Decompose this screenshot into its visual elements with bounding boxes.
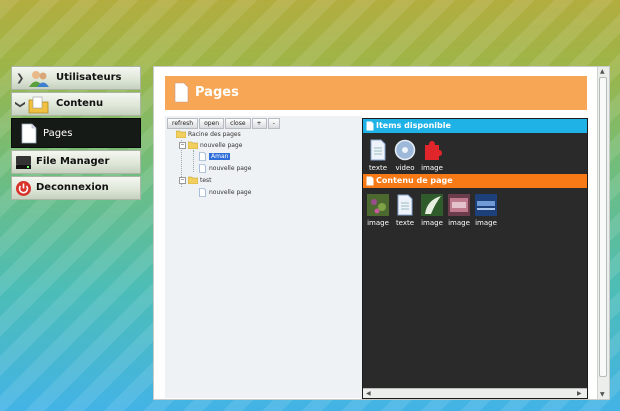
power-icon — [15, 180, 32, 200]
sidebar-item-label: Contenu — [56, 98, 104, 109]
page-icon — [21, 123, 37, 147]
image-thumbnail-icon — [475, 194, 497, 216]
scrollbar-thumb[interactable] — [599, 77, 607, 377]
scroll-up-icon[interactable]: ▲ — [600, 68, 605, 75]
sidebar-item-label: File Manager — [36, 156, 110, 167]
folder-icon — [188, 176, 198, 184]
refresh-button[interactable]: refresh — [167, 118, 199, 129]
close-button[interactable]: close — [225, 118, 251, 129]
horizontal-scrollbar[interactable]: ◀ ▶ — [363, 388, 587, 398]
tree-node-label: nouvelle page — [200, 142, 243, 149]
open-button[interactable]: open — [199, 118, 225, 129]
document-icon — [397, 194, 413, 216]
scroll-down-icon[interactable]: ▼ — [600, 391, 605, 398]
sidebar-item-contenu[interactable]: ❯ Contenu — [11, 92, 141, 116]
video-icon — [394, 139, 416, 161]
chevron-down-icon: ❯ — [14, 100, 26, 109]
sidebar-item-label: Deconnexion — [36, 182, 109, 193]
tree-node-label: Aman — [209, 153, 231, 160]
remove-button[interactable]: - — [267, 118, 280, 129]
image-thumbnail-icon — [448, 194, 470, 216]
tree-toolbar: refresh open close + - — [167, 118, 281, 129]
chevron-right-icon: ❯ — [16, 73, 25, 84]
scroll-left-icon[interactable]: ◀ — [366, 390, 371, 397]
available-item-image[interactable]: image — [420, 139, 444, 172]
page-title: Pages — [195, 85, 239, 100]
collapse-icon[interactable]: − — [179, 177, 186, 184]
main-panel: Pages refresh open close + - Racine des … — [153, 66, 610, 400]
page-header: Pages — [165, 76, 587, 110]
page-icon — [366, 121, 374, 131]
content-item-texte[interactable]: texte — [393, 194, 417, 227]
page-icon — [199, 164, 206, 173]
vertical-scrollbar[interactable]: ▲ ▼ — [597, 67, 609, 399]
section-title: Contenu de page — [376, 176, 453, 185]
tree-line — [193, 150, 194, 172]
content-item-image[interactable]: image — [474, 194, 498, 227]
collapse-icon[interactable]: − — [179, 142, 186, 149]
content-item-image[interactable]: image — [447, 194, 471, 227]
folder-icon — [176, 130, 186, 138]
page-content-header: Contenu de page — [363, 174, 587, 188]
content-item-image[interactable]: image — [366, 194, 390, 227]
available-item-video[interactable]: video — [393, 139, 417, 172]
folder-icon — [188, 141, 198, 149]
folder-icon — [28, 95, 50, 118]
tree-node-label: Racine des pages — [188, 131, 241, 138]
sidebar: ❯ Utilisateurs ❯ Contenu Pages File Mana… — [11, 66, 141, 202]
content-editor: Items disponible texte video image Conte… — [362, 118, 588, 399]
available-items-header: Items disponible — [363, 119, 587, 133]
sidebar-item-pages[interactable]: Pages — [11, 118, 141, 148]
page-icon — [366, 176, 374, 186]
hard-drive-icon — [15, 154, 32, 174]
sidebar-item-utilisateurs[interactable]: ❯ Utilisateurs — [11, 66, 141, 90]
content-item-image[interactable]: image — [420, 194, 444, 227]
page-icon — [199, 188, 206, 197]
sidebar-item-label: Utilisateurs — [56, 72, 122, 83]
image-thumbnail-icon — [367, 194, 389, 216]
page-tree: refresh open close + - Racine des pages … — [165, 116, 362, 398]
tree-node-label: test — [200, 177, 212, 184]
item-caption: image — [421, 164, 443, 172]
image-thumbnail-icon — [421, 194, 443, 216]
tree-node-label: nouvelle page — [209, 165, 252, 172]
sidebar-item-deconnexion[interactable]: Deconnexion — [11, 176, 141, 200]
tree-node-label: nouvelle page — [209, 189, 252, 196]
page-icon — [199, 152, 206, 161]
page-icon — [174, 82, 189, 107]
users-icon — [28, 69, 50, 92]
scroll-right-icon[interactable]: ▶ — [577, 390, 582, 397]
document-icon — [370, 139, 386, 161]
item-caption: image — [475, 219, 497, 227]
puzzle-icon — [425, 141, 442, 160]
available-item-texte[interactable]: texte — [366, 139, 390, 172]
sidebar-item-file-manager[interactable]: File Manager — [11, 150, 141, 174]
section-title: Items disponible — [376, 121, 451, 130]
add-button[interactable]: + — [251, 118, 267, 129]
sidebar-item-label: Pages — [43, 128, 73, 139]
